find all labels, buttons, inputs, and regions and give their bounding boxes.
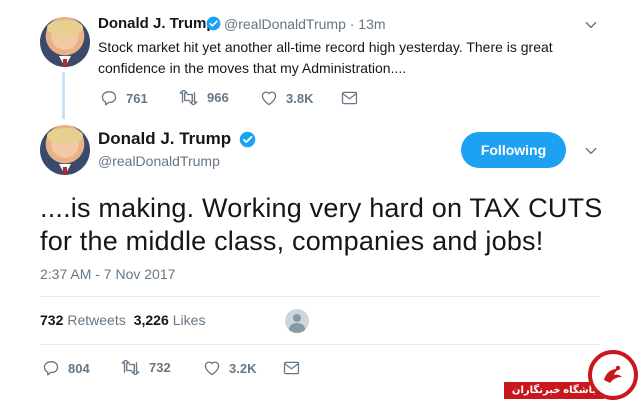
avatar-hair <box>47 20 83 35</box>
like-icon <box>260 90 278 106</box>
message-button[interactable] <box>341 91 358 105</box>
author-name[interactable]: Donald J. Trump <box>98 129 231 149</box>
author-handle-time[interactable]: @realDonaldTrump · 13m <box>224 16 386 32</box>
like-count: 3.8K <box>286 90 314 106</box>
reply-count: 761 <box>126 90 148 106</box>
thread-line <box>62 72 65 119</box>
retweets-label[interactable]: Retweets <box>67 312 125 328</box>
tweet-text: Stock market hit yet another all-time re… <box>98 39 553 76</box>
like-count: 3.2K <box>229 360 257 376</box>
verified-icon <box>239 131 256 153</box>
following-button[interactable]: Following <box>461 132 566 168</box>
chevron-down-icon[interactable] <box>584 144 598 163</box>
default-avatar-body <box>289 323 305 333</box>
reply-button[interactable]: 804 <box>42 360 90 376</box>
default-avatar-head <box>293 314 301 322</box>
like-button[interactable]: 3.2K <box>203 360 256 376</box>
retweet-icon <box>178 90 199 105</box>
avatar-hair <box>47 128 83 143</box>
like-icon <box>203 360 221 376</box>
tweet-stats: 732 Retweets 3,226 Likes <box>40 312 205 328</box>
retweet-count: 966 <box>207 90 229 105</box>
avatar[interactable] <box>40 125 90 175</box>
verified-icon <box>206 16 221 36</box>
retweet-button[interactable]: 732 <box>120 360 171 375</box>
avatar[interactable] <box>40 17 90 67</box>
reply-icon <box>42 360 60 376</box>
message-button[interactable] <box>283 361 300 375</box>
chevron-down-icon[interactable] <box>584 18 598 37</box>
retweet-icon <box>120 360 141 375</box>
avatar-tie <box>63 59 67 67</box>
retweet-count: 732 <box>149 360 171 375</box>
divider <box>40 296 600 297</box>
author-handle[interactable]: @realDonaldTrump <box>98 153 220 169</box>
author-name[interactable]: Donald J. Trump <box>98 15 216 32</box>
reply-count: 804 <box>68 360 90 376</box>
reply-button[interactable]: 761 <box>100 90 148 106</box>
avatar-tie <box>63 167 67 175</box>
divider <box>40 344 600 345</box>
retweets-count[interactable]: 732 <box>40 312 63 328</box>
tweet-timestamp[interactable]: 2:37 AM - 7 Nov 2017 <box>40 266 175 282</box>
watermark-logo: باشگاه خبرنگاران <box>504 346 639 403</box>
like-button[interactable]: 3.8K <box>260 90 313 106</box>
likes-label[interactable]: Likes <box>173 312 206 328</box>
message-icon <box>283 361 300 375</box>
retweet-button[interactable]: 966 <box>178 90 229 105</box>
message-icon <box>341 91 358 105</box>
watermark-emblem-icon <box>588 350 638 400</box>
liker-avatar[interactable] <box>285 309 309 333</box>
tweet-text: ....is making. Working very hard on TAX … <box>40 193 603 256</box>
reply-icon <box>100 90 118 106</box>
likes-count[interactable]: 3,226 <box>134 312 169 328</box>
